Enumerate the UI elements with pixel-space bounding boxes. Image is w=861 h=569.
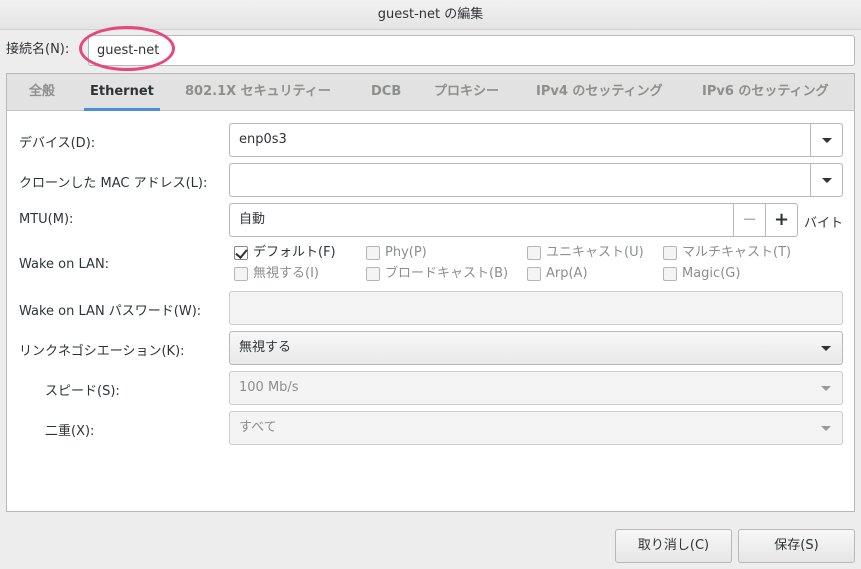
checkbox-icon — [366, 246, 380, 260]
duplex-label: 二重(X): — [45, 424, 95, 439]
tab-proxy[interactable]: プロキシー — [434, 74, 499, 111]
duplex-dropdown[interactable]: すべて — [229, 411, 843, 445]
connection-name-label: 接続名(N): — [6, 42, 70, 57]
wol-default-label: デフォルト(F) — [253, 245, 336, 260]
cancel-button[interactable]: 取り消し(C) — [615, 529, 732, 563]
chevron-down-icon — [821, 346, 831, 351]
checkbox-icon — [234, 267, 248, 281]
link-negotiation-label: リンクネゴシエーション(K): — [19, 344, 185, 359]
device-dropdown-button[interactable] — [810, 124, 842, 156]
wol-password-label: Wake on LAN パスワード(W): — [19, 304, 202, 319]
connection-name-input[interactable]: guest-net — [88, 35, 855, 66]
wol-unicast-label: ユニキャスト(U) — [546, 245, 644, 260]
wol-password-input[interactable] — [229, 291, 843, 325]
wol-phy-label: Phy(P) — [385, 245, 427, 260]
chevron-down-icon — [822, 138, 832, 143]
wol-arp-label: Arp(A) — [546, 266, 588, 281]
duplex-value: すべて — [239, 420, 277, 435]
checkbox-icon — [527, 246, 541, 260]
wake-on-lan-label: Wake on LAN: — [19, 257, 110, 272]
device-combo[interactable]: enp0s3 — [229, 123, 843, 157]
speed-dropdown[interactable]: 100 Mb/s — [229, 371, 843, 405]
tab-8021x-security[interactable]: 802.1X セキュリティー — [185, 74, 331, 111]
link-negotiation-value: 無視する — [239, 340, 292, 355]
tab-bar: 全般 Ethernet 802.1X セキュリティー DCB プロキシー IPv… — [7, 74, 854, 111]
speed-label: スピード(S): — [45, 384, 120, 399]
mtu-value: 自動 — [239, 212, 266, 227]
mtu-spinbutton[interactable]: 自動 − + — [229, 203, 798, 237]
speed-value: 100 Mb/s — [239, 380, 299, 395]
cloned-mac-label: クローンした MAC アドレス(L): — [19, 176, 208, 191]
checkbox-icon — [663, 267, 677, 281]
highlight-annotation — [79, 26, 175, 71]
checkbox-icon — [663, 246, 677, 260]
mtu-increment-button[interactable]: + — [765, 204, 797, 236]
settings-notebook: 全般 Ethernet 802.1X セキュリティー DCB プロキシー IPv… — [6, 73, 855, 512]
tab-general[interactable]: 全般 — [29, 74, 55, 111]
mtu-decrement-button[interactable]: − — [733, 204, 765, 236]
chevron-down-icon — [821, 426, 831, 431]
cloned-mac-combo[interactable] — [229, 163, 843, 197]
device-label: デバイス(D): — [19, 136, 96, 151]
save-button[interactable]: 保存(S) — [738, 529, 855, 563]
wol-broadcast-label: ブロードキャスト(B) — [385, 266, 509, 281]
checkbox-icon — [527, 267, 541, 281]
device-value: enp0s3 — [239, 132, 287, 147]
wol-multicast-label: マルチキャスト(T) — [682, 245, 792, 260]
chevron-down-icon — [821, 386, 831, 391]
cloned-mac-dropdown-button[interactable] — [810, 164, 842, 196]
checkbox-icon — [366, 267, 380, 281]
tab-dcb[interactable]: DCB — [371, 74, 401, 111]
chevron-down-icon — [822, 178, 832, 183]
mtu-label: MTU(M): — [19, 212, 74, 227]
tab-ethernet[interactable]: Ethernet — [84, 74, 160, 111]
wol-ignore-label: 無視する(I) — [253, 266, 319, 281]
mtu-unit-label: バイト — [804, 216, 844, 231]
tab-ipv4-settings[interactable]: IPv4 のセッティング — [536, 74, 663, 111]
wol-magic-label: Magic(G) — [682, 266, 741, 281]
link-negotiation-dropdown[interactable]: 無視する — [229, 331, 843, 365]
tab-ipv6-settings[interactable]: IPv6 のセッティング — [702, 74, 829, 111]
checkbox-checked-icon — [234, 246, 248, 260]
